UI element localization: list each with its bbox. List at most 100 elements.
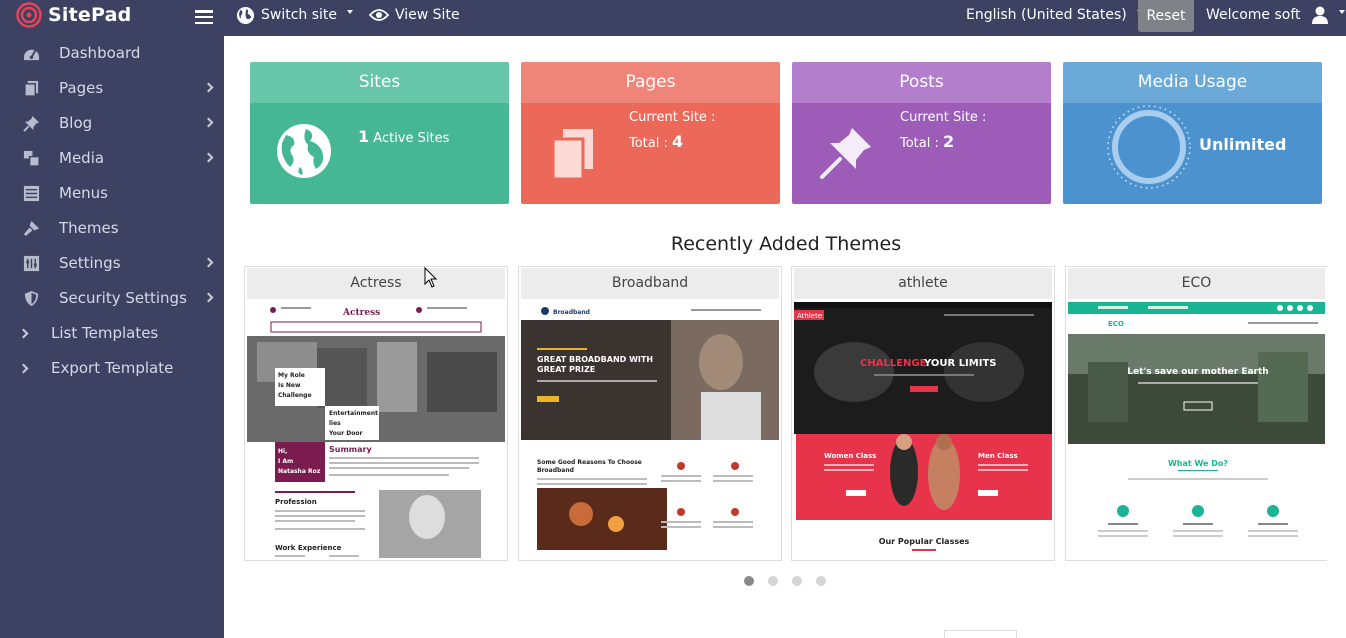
- svg-text:Profession: Profession: [275, 498, 317, 506]
- sitepad-logo-icon: [16, 2, 42, 28]
- posts-current-site: Current Site :: [900, 110, 987, 125]
- svg-text:Broadband: Broadband: [553, 309, 590, 316]
- sidebar-item-list-templates[interactable]: List Templates: [0, 316, 224, 351]
- chevron-right-icon: [203, 152, 214, 163]
- svg-text:Women Class: Women Class: [824, 452, 876, 460]
- svg-text:Summary: Summary: [329, 445, 372, 454]
- pages-total-label: Total :: [629, 136, 668, 151]
- theme-preview: Broadband GREAT BROADBAND WITH GREAT PRI…: [521, 302, 779, 558]
- sidebar-item-security-settings[interactable]: Security Settings: [0, 281, 224, 316]
- carousel-dot-1[interactable]: [744, 576, 754, 586]
- svg-text:CHALLENGE: CHALLENGE: [860, 358, 927, 369]
- user-icon: [1311, 6, 1328, 24]
- pages-icon: [24, 80, 39, 97]
- sidebar-item-label: Settings: [59, 254, 121, 272]
- athlete-preview: Athlete CHALLENGE YOUR LIMITS Women Clas…: [794, 302, 1052, 558]
- sidebar-item-label: Blog: [59, 114, 93, 132]
- sidebar-item-blog[interactable]: Blog: [0, 106, 224, 141]
- sidebar-item-media[interactable]: Media: [0, 141, 224, 176]
- svg-text:Let's save our mother Earth: Let's save our mother Earth: [1127, 367, 1268, 377]
- sidebar-item-label: Dashboard: [59, 44, 141, 62]
- preview-brand: Actress: [342, 308, 380, 318]
- welcome-text: Welcome soft: [1206, 7, 1301, 23]
- sidebar-item-label: Pages: [59, 79, 104, 97]
- svg-text:Work Experience: Work Experience: [275, 544, 342, 552]
- media-icon: [23, 150, 40, 167]
- svg-text:Hi,: Hi,: [278, 448, 287, 455]
- sitepad-logo[interactable]: SitePad: [16, 2, 131, 28]
- brand-name: SitePad: [48, 4, 132, 26]
- card-title: Media Usage: [1063, 62, 1322, 103]
- view-site-label: View Site: [395, 7, 460, 23]
- sidebar-item-settings[interactable]: Settings: [0, 246, 224, 281]
- active-sites-count: 1: [358, 127, 370, 146]
- chevron-right-icon: [203, 82, 214, 93]
- svg-text:Challenge: Challenge: [278, 392, 312, 399]
- eco-preview: ECO Let's save our mother Earth What We …: [1068, 302, 1325, 558]
- shield-icon: [24, 290, 39, 307]
- svg-text:Natasha Roz: Natasha Roz: [278, 468, 321, 475]
- dashboard-icon: [23, 49, 40, 61]
- svg-text:What We Do?: What We Do?: [1168, 459, 1228, 468]
- reset-button[interactable]: Reset: [1138, 0, 1194, 32]
- carousel-dot-2[interactable]: [768, 576, 778, 586]
- svg-text:I Am: I Am: [278, 458, 293, 465]
- brush-icon: [23, 220, 40, 237]
- svg-text:Entertainment: Entertainment: [329, 410, 378, 417]
- chevron-right-icon: [203, 117, 214, 128]
- theme-name: Broadband: [521, 268, 779, 299]
- sidebar: Dashboard Pages Blog Media Menus Themes …: [0, 36, 224, 638]
- sidebar-item-export-template[interactable]: Export Template: [0, 351, 224, 386]
- svg-text:YOUR LIMITS: YOUR LIMITS: [923, 358, 996, 369]
- svg-text:GREAT BROADBAND WITH: GREAT BROADBAND WITH: [537, 355, 653, 364]
- sites-card[interactable]: Sites 1 Active Sites: [250, 62, 509, 204]
- pin-icon: [820, 128, 871, 179]
- posts-card[interactable]: Posts Current Site : Total : 2: [792, 62, 1051, 204]
- theme-name: athlete: [794, 268, 1052, 299]
- sidebar-item-themes[interactable]: Themes: [0, 211, 224, 246]
- svg-text:Men Class: Men Class: [978, 452, 1018, 460]
- actress-preview: Actress My Role Is New Challenge Enterta…: [247, 302, 505, 558]
- theme-preview: ECO Let's save our mother Earth What We …: [1068, 302, 1325, 558]
- pages-icon: [551, 129, 593, 181]
- sidebar-item-label: List Templates: [51, 324, 159, 342]
- language-dropdown[interactable]: English (United States): [966, 0, 1143, 30]
- theme-card-athlete[interactable]: athlete Athlete CHALLENGE YOUR LIMITS Wo…: [791, 266, 1055, 561]
- user-menu[interactable]: Welcome soft: [1206, 0, 1345, 30]
- sidebar-item-label: Themes: [59, 219, 119, 237]
- svg-text:Broadband: Broadband: [537, 467, 574, 474]
- carousel-dot-3[interactable]: [792, 576, 802, 586]
- pages-card[interactable]: Pages Current Site : Total : 4: [521, 62, 780, 204]
- svg-text:My Role: My Role: [278, 372, 305, 379]
- sidebar-item-menus[interactable]: Menus: [0, 176, 224, 211]
- sidebar-item-pages[interactable]: Pages: [0, 71, 224, 106]
- language-label: English (United States): [966, 7, 1127, 23]
- card-title: Sites: [250, 62, 509, 103]
- section-title: Recently Added Themes: [670, 233, 902, 255]
- svg-text:Our Popular Classes: Our Popular Classes: [879, 537, 970, 546]
- svg-text:Some Good Reasons To Choose: Some Good Reasons To Choose: [537, 459, 642, 466]
- sidebar-item-label: Media: [59, 149, 105, 167]
- theme-card-broadband[interactable]: Broadband Broadband GREAT BROADBAND WITH…: [518, 266, 782, 561]
- switch-site-label: Switch site: [261, 7, 338, 23]
- sidebar-item-dashboard[interactable]: Dashboard: [0, 36, 224, 71]
- card-title: Posts: [792, 62, 1051, 103]
- svg-text:ECO: ECO: [1108, 320, 1124, 328]
- theme-card-actress[interactable]: Actress Actress My Role Is New Challenge…: [244, 266, 508, 561]
- carousel-dot-4[interactable]: [816, 576, 826, 586]
- broadband-preview: Broadband GREAT BROADBAND WITH GREAT PRI…: [521, 302, 779, 558]
- sidebar-item-label: Menus: [59, 184, 108, 202]
- theme-name: Actress: [247, 268, 505, 299]
- globe-icon: [277, 124, 331, 178]
- svg-text:Your Door: Your Door: [328, 430, 362, 437]
- switch-site-dropdown[interactable]: Switch site: [236, 0, 354, 30]
- theme-name: ECO: [1068, 268, 1325, 299]
- menus-icon: [23, 185, 40, 202]
- theme-card-eco[interactable]: ECO ECO Let's save our mother Earth What…: [1065, 266, 1327, 561]
- view-site-link[interactable]: View Site: [369, 0, 460, 30]
- media-usage-card[interactable]: Media Usage Unlimited: [1063, 62, 1322, 204]
- hamburger-menu-icon[interactable]: [195, 10, 213, 24]
- top-bar: SitePad Switch site View Site English (U…: [0, 0, 1346, 36]
- svg-text:GREAT PRIZE: GREAT PRIZE: [537, 365, 595, 374]
- chevron-right-icon: [203, 292, 214, 303]
